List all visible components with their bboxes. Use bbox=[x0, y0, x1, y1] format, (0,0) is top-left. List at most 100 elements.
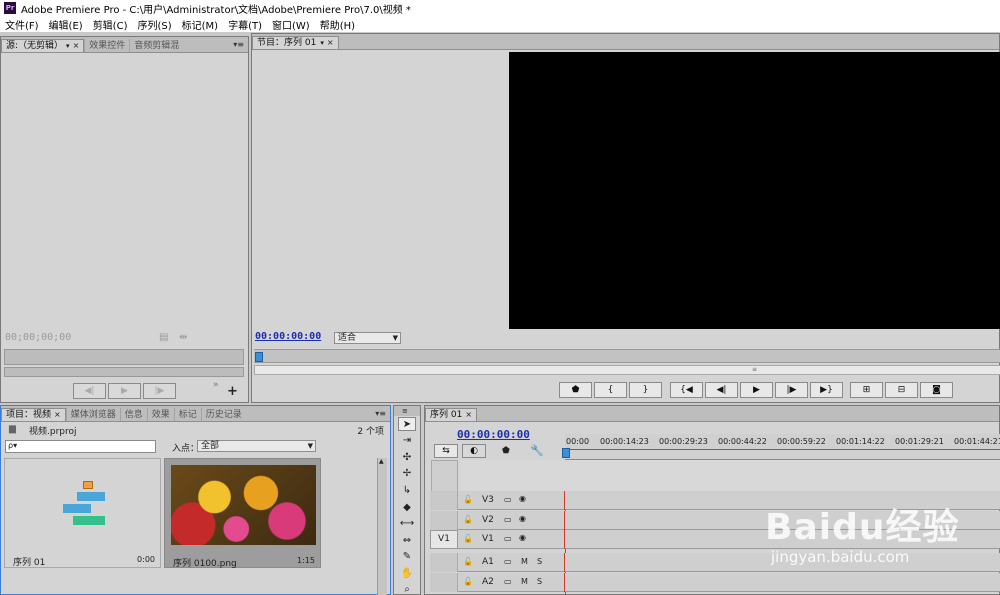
slip-tool-icon[interactable]: ⟷ bbox=[398, 516, 416, 530]
selection-tool-icon[interactable]: ➤ bbox=[398, 417, 416, 431]
tab-markers[interactable]: 标记 bbox=[173, 408, 201, 421]
source-timecode[interactable]: 00;00;00;00 bbox=[5, 332, 71, 343]
lift-button[interactable]: ⊞ bbox=[850, 382, 883, 398]
tab-media-browser[interactable]: 媒体浏览器 bbox=[65, 408, 120, 421]
nest-toggle-button[interactable]: ⇆ bbox=[434, 444, 458, 458]
tab-effect-controls[interactable]: 效果控件 bbox=[84, 39, 129, 52]
project-item-image[interactable]: 序列 0100.png 1:15 bbox=[164, 458, 321, 569]
step-back-button[interactable]: ◀| bbox=[705, 382, 738, 398]
step-back-button[interactable]: ◀| bbox=[73, 383, 106, 399]
source-patch-empty[interactable] bbox=[430, 511, 458, 530]
zoom-handle-icon[interactable]: ≡ bbox=[752, 366, 757, 373]
more-controls-icon[interactable]: » bbox=[213, 380, 219, 390]
tab-audio-clip-mixer[interactable]: 音频剪辑混 bbox=[129, 39, 183, 52]
menu-clip[interactable]: 剪辑(C) bbox=[88, 17, 133, 32]
hand-tool-icon[interactable]: ✋ bbox=[398, 566, 416, 580]
wrench-icon[interactable]: 🔧 bbox=[530, 444, 544, 457]
tab-effects[interactable]: 效果 bbox=[146, 408, 174, 421]
snap-button[interactable]: ◐ bbox=[462, 444, 486, 458]
eye-icon[interactable]: ◉ bbox=[519, 533, 526, 542]
track-row-a2[interactable]: 🔓 A2 ▭ M S bbox=[430, 573, 1000, 592]
menu-edit[interactable]: 编辑(E) bbox=[44, 17, 88, 32]
ripple-edit-tool-icon[interactable]: ✣ bbox=[398, 450, 416, 464]
close-icon[interactable]: × bbox=[465, 409, 472, 421]
mute-button[interactable]: M bbox=[521, 577, 528, 586]
film-icon[interactable]: ▭ bbox=[504, 557, 512, 566]
menu-title[interactable]: 字幕(T) bbox=[223, 17, 267, 32]
menu-marker[interactable]: 标记(M) bbox=[177, 17, 223, 32]
program-scrub-bar[interactable] bbox=[254, 349, 1000, 363]
search-input[interactable]: ρ▾ bbox=[5, 440, 156, 453]
source-zoom-bar[interactable] bbox=[4, 367, 244, 377]
program-timecode[interactable]: 00:00:00:00 bbox=[255, 331, 321, 342]
solo-button[interactable]: S bbox=[537, 577, 542, 586]
tab-program[interactable]: 节目：序列 01 ▾ × bbox=[252, 36, 339, 49]
play-button[interactable]: ▶ bbox=[108, 383, 141, 399]
lock-icon[interactable]: 🔓 bbox=[463, 495, 473, 504]
mark-out-button[interactable]: } bbox=[629, 382, 662, 398]
film-icon[interactable]: ▤ bbox=[159, 332, 168, 343]
button-editor-plus-icon[interactable]: + bbox=[227, 384, 238, 399]
step-forward-button[interactable]: |▶ bbox=[775, 382, 808, 398]
menu-sequence[interactable]: 序列(S) bbox=[132, 17, 176, 32]
eye-icon[interactable]: ◉ bbox=[519, 514, 526, 523]
tab-source[interactable]: 源:（无剪辑） ▾ × bbox=[1, 39, 85, 52]
play-button[interactable]: ▶ bbox=[740, 382, 773, 398]
rate-stretch-tool-icon[interactable]: ↳ bbox=[398, 483, 416, 497]
source-patch-v1[interactable]: V1 bbox=[430, 530, 458, 549]
pen-tool-icon[interactable]: ✎ bbox=[398, 549, 416, 563]
project-scrollbar[interactable]: ▲ bbox=[377, 458, 387, 595]
tab-dropdown-icon[interactable]: ▾ bbox=[320, 37, 324, 49]
lock-icon[interactable]: 🔓 bbox=[463, 557, 473, 566]
drag-icon[interactable]: ⇹ bbox=[179, 332, 187, 343]
source-scrub-bar[interactable] bbox=[4, 349, 244, 365]
tab-history[interactable]: 历史记录 bbox=[200, 408, 246, 421]
rolling-edit-tool-icon[interactable]: ✢ bbox=[398, 466, 416, 480]
film-icon[interactable]: ▭ bbox=[504, 515, 512, 524]
mute-button[interactable]: M bbox=[521, 557, 528, 566]
project-item-sequence[interactable]: 序列 01 0:00 bbox=[4, 458, 161, 568]
close-icon[interactable]: × bbox=[54, 409, 61, 421]
program-zoom-bar[interactable]: ≡ bbox=[254, 365, 1000, 375]
menu-window[interactable]: 窗口(W) bbox=[267, 17, 315, 32]
panel-menu-icon[interactable]: ▾≡ bbox=[375, 409, 386, 418]
tab-project[interactable]: 项目：视频 × bbox=[1, 408, 66, 421]
add-marker-button[interactable]: ⬟ bbox=[559, 382, 592, 398]
scroll-up-icon[interactable]: ▲ bbox=[379, 458, 384, 465]
go-to-in-button[interactable]: {◀ bbox=[670, 382, 703, 398]
slide-tool-icon[interactable]: ⇔ bbox=[398, 533, 416, 547]
source-patch-empty[interactable] bbox=[430, 491, 458, 510]
timeline-timecode[interactable]: 00:00:00:00 bbox=[457, 428, 530, 441]
eye-icon[interactable]: ◉ bbox=[519, 494, 526, 503]
export-frame-button[interactable]: ◙ bbox=[920, 382, 953, 398]
source-patch-empty[interactable] bbox=[430, 573, 458, 592]
playhead-icon[interactable] bbox=[562, 448, 570, 458]
close-icon[interactable]: × bbox=[327, 37, 334, 49]
menu-file[interactable]: 文件(F) bbox=[0, 17, 44, 32]
film-icon[interactable]: ▭ bbox=[504, 534, 512, 543]
zoom-tool-icon[interactable]: ⌕ bbox=[398, 582, 416, 595]
in-point-select[interactable]: 全部 ▼ bbox=[197, 440, 316, 452]
film-icon[interactable]: ▭ bbox=[504, 495, 512, 504]
tab-dropdown-icon[interactable]: ▾ bbox=[66, 40, 70, 52]
mark-in-button[interactable]: { bbox=[594, 382, 627, 398]
lock-icon[interactable]: 🔓 bbox=[463, 577, 473, 586]
step-forward-button[interactable]: |▶ bbox=[143, 383, 176, 399]
extract-button[interactable]: ⊟ bbox=[885, 382, 918, 398]
source-patch-empty[interactable] bbox=[430, 553, 458, 572]
lock-icon[interactable]: 🔓 bbox=[463, 534, 473, 543]
film-icon[interactable]: ▭ bbox=[504, 577, 512, 586]
panel-menu-icon[interactable]: ▾≡ bbox=[233, 40, 244, 49]
razor-tool-icon[interactable]: ◆ bbox=[398, 500, 416, 514]
track-select-tool-icon[interactable]: ⇥ bbox=[398, 433, 416, 447]
fit-select[interactable]: 适合 ▼ bbox=[334, 332, 401, 344]
close-icon[interactable]: × bbox=[73, 40, 80, 52]
tools-menu-icon[interactable]: ≡ bbox=[394, 406, 420, 416]
add-marker-icon[interactable]: ⬟ bbox=[502, 446, 510, 456]
menu-help[interactable]: 帮助(H) bbox=[315, 17, 360, 32]
lock-icon[interactable]: 🔓 bbox=[463, 515, 473, 524]
go-to-out-button[interactable]: ▶} bbox=[810, 382, 843, 398]
playhead-icon[interactable] bbox=[255, 352, 263, 362]
solo-button[interactable]: S bbox=[537, 557, 542, 566]
tab-info[interactable]: 信息 bbox=[119, 408, 147, 421]
